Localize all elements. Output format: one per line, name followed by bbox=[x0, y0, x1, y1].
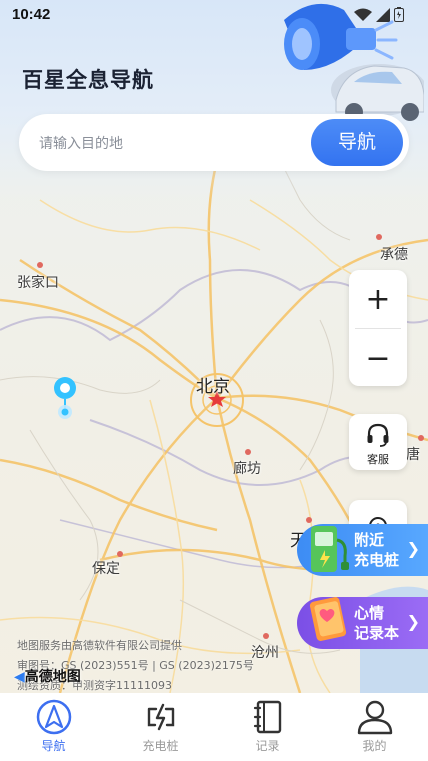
tab-navigation[interactable]: 导航 bbox=[0, 693, 107, 761]
city-label-beijing: 北京 bbox=[196, 377, 230, 397]
city-label-zhangjiakou: 张家口 bbox=[17, 275, 59, 291]
profile-icon bbox=[357, 700, 393, 735]
charging-card-line1: 附近 bbox=[354, 531, 385, 549]
diary-book-icon bbox=[309, 597, 347, 641]
diary-card-line2: 记录本 bbox=[354, 624, 400, 642]
chevron-right-icon: ❯ bbox=[406, 612, 420, 631]
chevron-right-icon: ❯ bbox=[406, 539, 420, 558]
amap-logo-icon: ◀ bbox=[14, 669, 25, 685]
headset-icon bbox=[367, 423, 389, 447]
search-bar: 请输入目的地 导航 bbox=[19, 114, 409, 171]
navigation-icon bbox=[36, 699, 72, 735]
charging-station-icon bbox=[311, 526, 349, 572]
hero-speaker-car-illustration bbox=[284, 3, 424, 121]
tab-charging[interactable]: 充电桩 bbox=[107, 693, 214, 761]
zoom-controls: + − bbox=[349, 270, 407, 386]
customer-service-button[interactable]: 客服 bbox=[349, 414, 407, 470]
tab-profile[interactable]: 我的 bbox=[321, 693, 428, 761]
tab-profile-label: 我的 bbox=[362, 739, 387, 753]
diary-card-line1: 心情 bbox=[354, 604, 385, 622]
notebook-icon bbox=[253, 700, 282, 734]
charging-icon bbox=[147, 703, 175, 731]
charging-card-line2: 充电桩 bbox=[354, 551, 400, 569]
tab-records[interactable]: 记录 bbox=[214, 693, 321, 761]
city-label-chengde: 承德 bbox=[380, 247, 408, 263]
destination-input[interactable]: 请输入目的地 bbox=[39, 133, 123, 153]
tab-charging-label: 充电桩 bbox=[142, 739, 179, 753]
city-label-cangzhou: 沧州 bbox=[251, 645, 279, 661]
city-label-baoding: 保定 bbox=[92, 561, 120, 577]
navigate-button[interactable]: 导航 bbox=[311, 119, 403, 166]
amap-logo: ◀高德地图 bbox=[14, 669, 81, 685]
city-label-tang: 唐 bbox=[406, 447, 420, 463]
tab-records-label: 记录 bbox=[255, 739, 280, 753]
bottom-tab-bar: 导航 充电桩 记录 我的 bbox=[0, 693, 428, 761]
status-time: 10:42 bbox=[12, 6, 51, 23]
customer-service-label: 客服 bbox=[367, 453, 389, 466]
app-title: 百星全息导航 bbox=[18, 64, 154, 94]
city-label-langfang: 廊坊 bbox=[233, 461, 261, 477]
zoom-out-button[interactable]: − bbox=[349, 329, 407, 387]
nearby-charging-card[interactable]: 附近 充电桩 ❯ bbox=[297, 524, 428, 576]
tab-navigation-label: 导航 bbox=[41, 739, 66, 753]
zoom-in-button[interactable]: + bbox=[349, 270, 407, 328]
map-provider-text: 地图服务由高德软件有限公司提供 bbox=[17, 639, 182, 652]
mood-diary-card[interactable]: 心情 记录本 ❯ bbox=[297, 597, 428, 649]
